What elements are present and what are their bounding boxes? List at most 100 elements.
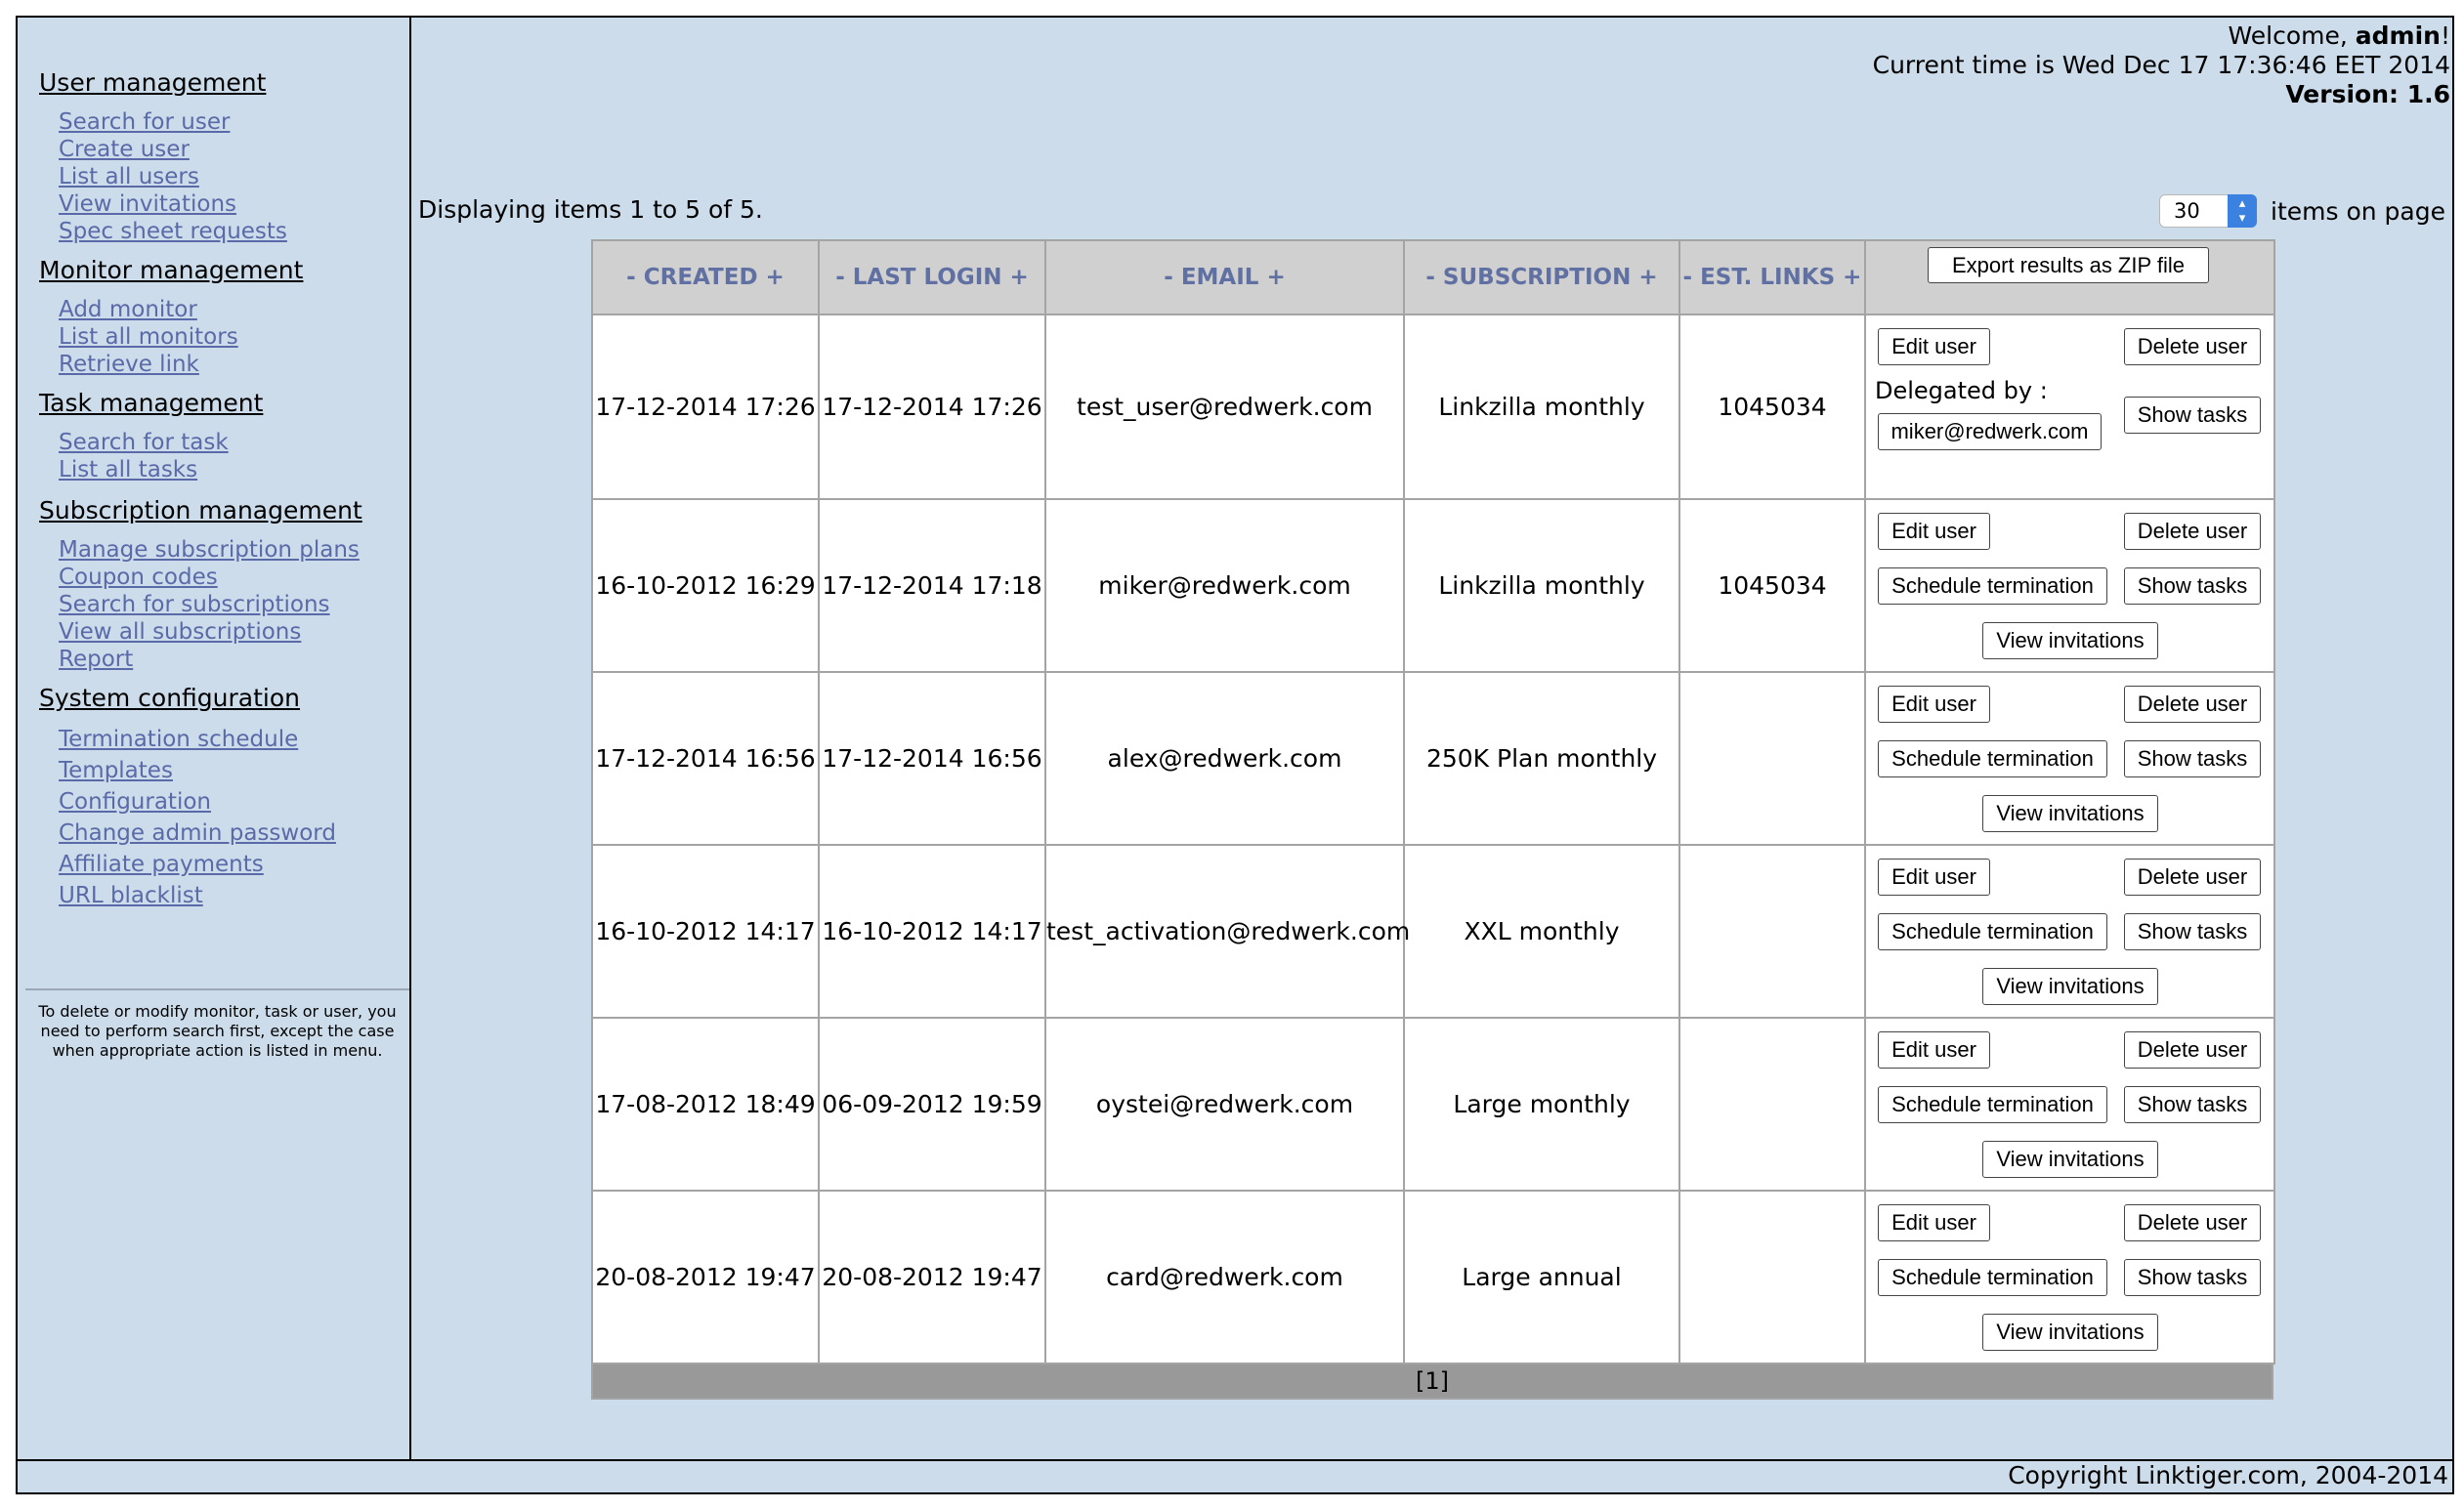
cell-est-links: 1045034 — [1678, 498, 1866, 673]
schedule-termination-button[interactable]: Schedule termination — [1878, 1086, 2107, 1123]
nav-view-all-subscriptions[interactable]: View all subscriptions — [59, 619, 301, 645]
nav-coupon-codes[interactable]: Coupon codes — [59, 565, 218, 590]
pagination-bar: [1] — [591, 1364, 2273, 1400]
page-size-select[interactable]: 30 ▴ ▾ — [2159, 194, 2258, 228]
nav-search-for-task[interactable]: Search for task — [59, 430, 229, 455]
show-tasks-button[interactable]: Show tasks — [2124, 740, 2261, 777]
cell-created: 20-08-2012 19:47 — [591, 1190, 820, 1364]
edit-user-button[interactable]: Edit user — [1878, 1031, 1990, 1069]
nav-report[interactable]: Report — [59, 647, 133, 672]
cell-last-login: 06-09-2012 19:59 — [818, 1017, 1046, 1192]
nav-affiliate-payments[interactable]: Affiliate payments — [59, 852, 264, 877]
nav-termination-schedule[interactable]: Termination schedule — [59, 727, 298, 752]
nav-section-task-management[interactable]: Task management — [39, 389, 263, 417]
version-label: Version: 1.6 — [2285, 80, 2450, 108]
page-frame: User management Search for user Create u… — [16, 16, 2454, 1494]
cell-last-login: 17-12-2014 17:18 — [818, 498, 1046, 673]
nav-section-monitor-management[interactable]: Monitor management — [39, 256, 303, 284]
nav-spec-sheet-requests[interactable]: Spec sheet requests — [59, 219, 287, 244]
delegated-by-label: Delegated by : — [1875, 377, 2048, 404]
show-tasks-button[interactable]: Show tasks — [2124, 1259, 2261, 1296]
schedule-termination-button[interactable]: Schedule termination — [1878, 567, 2107, 605]
nav-retrieve-link[interactable]: Retrieve link — [59, 352, 199, 377]
nav-section-subscription-management[interactable]: Subscription management — [39, 496, 362, 524]
show-tasks-button[interactable]: Show tasks — [2124, 1086, 2261, 1123]
column-header-actions: Export results as ZIP file — [1864, 239, 2275, 315]
page-size-control: 30 ▴ ▾ items on page — [2159, 194, 2445, 228]
delete-user-button[interactable]: Delete user — [2124, 686, 2261, 723]
column-header-subscription[interactable]: - SUBSCRIPTION + — [1403, 239, 1680, 315]
export-zip-button[interactable]: Export results as ZIP file — [1928, 247, 2209, 283]
show-tasks-button[interactable]: Show tasks — [2124, 913, 2261, 950]
column-header-last-login[interactable]: - LAST LOGIN + — [818, 239, 1046, 315]
cell-est-links — [1678, 1190, 1866, 1364]
cell-created: 16-10-2012 16:29 — [591, 498, 820, 673]
cell-last-login: 17-12-2014 16:56 — [818, 671, 1046, 846]
nav-add-monitor[interactable]: Add monitor — [59, 297, 197, 322]
nav-url-blacklist[interactable]: URL blacklist — [59, 883, 203, 908]
nav-change-admin-password[interactable]: Change admin password — [59, 820, 336, 846]
current-time: Current time is Wed Dec 17 17:36:46 EET … — [1872, 51, 2450, 79]
nav-create-user[interactable]: Create user — [59, 137, 190, 162]
sidebar: User management Search for user Create u… — [18, 18, 411, 1459]
nav-list-all-monitors[interactable]: List all monitors — [59, 324, 238, 350]
column-header-est-links[interactable]: - EST. LINKS + — [1678, 239, 1866, 315]
cell-actions: Edit user Delete user Schedule terminati… — [1864, 671, 2275, 846]
delete-user-button[interactable]: Delete user — [2124, 328, 2261, 365]
show-tasks-button[interactable]: Show tasks — [2124, 397, 2261, 434]
page-size-label: items on page — [2271, 196, 2445, 226]
welcome-line: Welcome, admin! — [1873, 21, 2450, 51]
cell-est-links — [1678, 671, 1866, 846]
cell-subscription: Large annual — [1403, 1190, 1680, 1364]
edit-user-button[interactable]: Edit user — [1878, 859, 1990, 896]
view-invitations-button[interactable]: View invitations — [1982, 968, 2158, 1005]
users-table: - CREATED + - LAST LOGIN + - EMAIL + - S… — [591, 239, 2275, 1364]
view-invitations-button[interactable]: View invitations — [1982, 795, 2158, 832]
column-header-created[interactable]: - CREATED + — [591, 239, 820, 315]
cell-actions: Edit user Delete user Schedule terminati… — [1864, 1190, 2275, 1364]
schedule-termination-button[interactable]: Schedule termination — [1878, 913, 2107, 950]
cell-email: card@redwerk.com — [1044, 1190, 1405, 1364]
nav-configuration[interactable]: Configuration — [59, 789, 211, 815]
show-tasks-button[interactable]: Show tasks — [2124, 567, 2261, 605]
delegated-by-email-button[interactable]: miker@redwerk.com — [1878, 413, 2102, 450]
view-invitations-button[interactable]: View invitations — [1982, 622, 2158, 659]
nav-manage-subscription-plans[interactable]: Manage subscription plans — [59, 537, 360, 563]
cell-est-links — [1678, 1017, 1866, 1192]
cell-created: 16-10-2012 14:17 — [591, 844, 820, 1019]
delete-user-button[interactable]: Delete user — [2124, 1031, 2261, 1069]
table-row: 16-10-2012 14:17 16-10-2012 14:17 test_a… — [591, 844, 2275, 1019]
page-size-value: 30 — [2174, 199, 2200, 223]
nav-list-all-users[interactable]: List all users — [59, 164, 199, 189]
edit-user-button[interactable]: Edit user — [1878, 513, 1990, 550]
cell-subscription: Large monthly — [1403, 1017, 1680, 1192]
cell-actions: Edit user Delete user Schedule terminati… — [1864, 844, 2275, 1019]
delete-user-button[interactable]: Delete user — [2124, 1204, 2261, 1241]
nav-list-all-tasks[interactable]: List all tasks — [59, 457, 197, 482]
delete-user-button[interactable]: Delete user — [2124, 859, 2261, 896]
cell-est-links — [1678, 844, 1866, 1019]
nav-search-for-subscriptions[interactable]: Search for subscriptions — [59, 592, 330, 617]
edit-user-button[interactable]: Edit user — [1878, 1204, 1990, 1241]
pagination-page-1[interactable]: [1] — [1416, 1367, 1449, 1395]
nav-search-for-user[interactable]: Search for user — [59, 109, 230, 135]
table-row: 17-12-2014 16:56 17-12-2014 16:56 alex@r… — [591, 671, 2275, 846]
nav-view-invitations[interactable]: View invitations — [59, 191, 236, 217]
schedule-termination-button[interactable]: Schedule termination — [1878, 740, 2107, 777]
edit-user-button[interactable]: Edit user — [1878, 686, 1990, 723]
delete-user-button[interactable]: Delete user — [2124, 513, 2261, 550]
view-invitations-button[interactable]: View invitations — [1982, 1314, 2158, 1351]
footer: Copyright Linktiger.com, 2004-2014 — [18, 1459, 2452, 1492]
users-table-wrap: - CREATED + - LAST LOGIN + - EMAIL + - S… — [591, 239, 2275, 1400]
edit-user-button[interactable]: Edit user — [1878, 328, 1990, 365]
column-header-email[interactable]: - EMAIL + — [1044, 239, 1405, 315]
nav-section-user-management[interactable]: User management — [39, 68, 266, 97]
view-invitations-button[interactable]: View invitations — [1982, 1141, 2158, 1178]
table-row: 16-10-2012 16:29 17-12-2014 17:18 miker@… — [591, 498, 2275, 673]
schedule-termination-button[interactable]: Schedule termination — [1878, 1259, 2107, 1296]
cell-actions: Edit user Delete user Schedule terminati… — [1864, 1017, 2275, 1192]
cell-email: test_user@redwerk.com — [1044, 314, 1405, 500]
nav-templates[interactable]: Templates — [59, 758, 173, 783]
nav-section-system-configuration[interactable]: System configuration — [39, 684, 300, 712]
cell-actions: Edit user Delete user Delegated by : mik… — [1864, 314, 2275, 500]
